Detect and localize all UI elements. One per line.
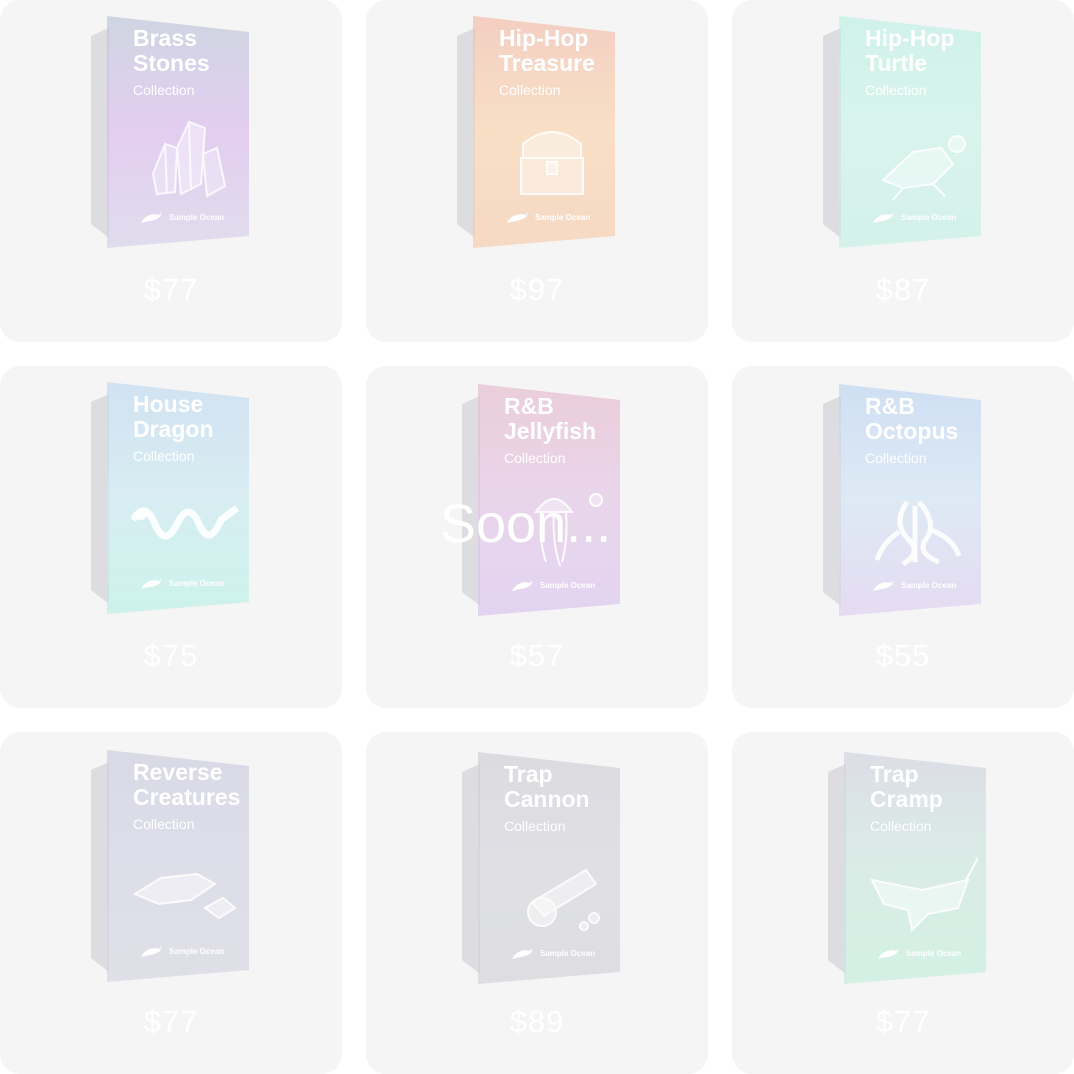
product-price: $97: [509, 272, 565, 307]
turtle-icon: [881, 135, 966, 201]
whale-icon: [141, 946, 162, 957]
product-title: Reverse Creatures: [133, 759, 241, 810]
collection-label: Collection: [870, 818, 932, 834]
brand-label: Sample Ocean: [169, 946, 225, 956]
whale-icon: [878, 948, 899, 959]
product-title: Trap Cannon: [504, 761, 590, 812]
product-price: $77: [143, 272, 199, 307]
treasure-chest-icon: [520, 131, 584, 195]
product-card[interactable]: R&B Octopus Collection Sample Ocean $55: [732, 366, 1074, 708]
product-title: Brass Stones: [133, 25, 210, 76]
collection-label: Collection: [133, 816, 195, 832]
product-card[interactable]: Brass Stones Collection Sample Ocean $77: [0, 0, 342, 342]
product-price: $57: [509, 638, 565, 673]
collection-label: Collection: [504, 450, 566, 466]
collection-label: Collection: [504, 818, 566, 834]
brand-label: Sample Ocean: [540, 580, 596, 590]
product-card[interactable]: Hip-Hop Turtle Collection Sample Ocean $…: [732, 0, 1074, 342]
product-box: Brass Stones Collection Sample Ocean: [91, 16, 249, 248]
brand-label: Sample Ocean: [901, 212, 957, 222]
product-price: $89: [509, 1004, 565, 1039]
product-title: Hip-Hop Treasure: [499, 25, 595, 76]
product-box: Trap Cannon Collection Sample Ocean: [462, 752, 620, 984]
product-price: $55: [875, 638, 931, 673]
product-price: $87: [875, 272, 931, 307]
brand-label: Sample Ocean: [540, 948, 596, 958]
coming-soon-overlay: Soon...: [440, 494, 612, 554]
product-price: $75: [143, 638, 199, 673]
collection-label: Collection: [865, 450, 927, 466]
whale-icon: [507, 212, 528, 223]
product-box: Hip-Hop Turtle Collection Sample Ocean: [823, 16, 981, 248]
brand-label: Sample Ocean: [901, 580, 957, 590]
brand-label: Sample Ocean: [169, 212, 225, 222]
box-spine: [823, 396, 841, 606]
product-card[interactable]: Trap Cannon Collection Sample Ocean $89: [366, 732, 708, 1074]
whale-icon: [512, 580, 533, 591]
brand-mark: Sample Ocean: [505, 208, 590, 226]
brand-mark: Sample Ocean: [139, 942, 224, 960]
box-spine: [91, 28, 109, 238]
whale-icon: [141, 578, 162, 589]
product-price: $77: [143, 1004, 199, 1039]
product-price: $77: [875, 1004, 931, 1039]
manta-ray-icon: [870, 857, 978, 933]
product-box: R&B Octopus Collection Sample Ocean: [823, 384, 981, 616]
brand-mark: Sample Ocean: [510, 944, 595, 962]
box-spine: [91, 394, 109, 604]
product-card[interactable]: House Dragon Collection Sample Ocean $75: [0, 366, 342, 708]
collection-label: Collection: [499, 82, 561, 98]
product-card[interactable]: Hip-Hop Treasure Collection Sample Ocean…: [366, 0, 708, 342]
cannon-icon: [527, 868, 600, 931]
brand-mark: Sample Ocean: [139, 208, 224, 226]
product-title: Trap Cramp: [870, 761, 943, 812]
octopus-icon: [874, 500, 962, 567]
box-spine: [823, 28, 841, 238]
product-box: Reverse Creatures Collection Sample Ocea…: [91, 750, 249, 982]
product-box: Hip-Hop Treasure Collection Sample Ocean: [457, 16, 615, 248]
collection-label: Collection: [865, 82, 927, 98]
brand-label: Sample Ocean: [906, 948, 962, 958]
whale-icon: [512, 948, 533, 959]
product-title: R&B Jellyfish: [504, 393, 597, 444]
box-spine: [462, 764, 480, 974]
brand-mark: Sample Ocean: [876, 944, 961, 962]
brand-label: Sample Ocean: [169, 578, 225, 588]
collection-label: Collection: [133, 448, 195, 464]
dragon-icon: [131, 505, 240, 540]
box-spine: [828, 764, 846, 974]
whale-icon: [141, 212, 162, 223]
box-spine: [457, 28, 475, 238]
product-box: Trap Cramp Collection Sample Ocean: [828, 752, 986, 984]
whale-icon: [873, 212, 894, 223]
box-spine: [91, 762, 109, 972]
brand-mark: Sample Ocean: [139, 574, 224, 592]
crystal-rocks-icon: [151, 120, 227, 198]
product-title: Hip-Hop Turtle: [865, 25, 955, 76]
product-box: House Dragon Collection Sample Ocean: [91, 382, 249, 614]
brand-mark: Sample Ocean: [510, 576, 595, 594]
product-card[interactable]: Trap Cramp Collection Sample Ocean $77: [732, 732, 1074, 1074]
collection-label: Collection: [133, 82, 195, 98]
product-title: House Dragon: [133, 391, 214, 442]
brand-mark: Sample Ocean: [871, 208, 956, 226]
product-title: R&B Octopus: [865, 393, 959, 444]
product-card[interactable]: Reverse Creatures Collection Sample Ocea…: [0, 732, 342, 1074]
whale-icon: [873, 580, 894, 591]
sea-creatures-icon: [132, 872, 237, 920]
brand-mark: Sample Ocean: [871, 576, 956, 594]
brand-label: Sample Ocean: [535, 212, 591, 222]
